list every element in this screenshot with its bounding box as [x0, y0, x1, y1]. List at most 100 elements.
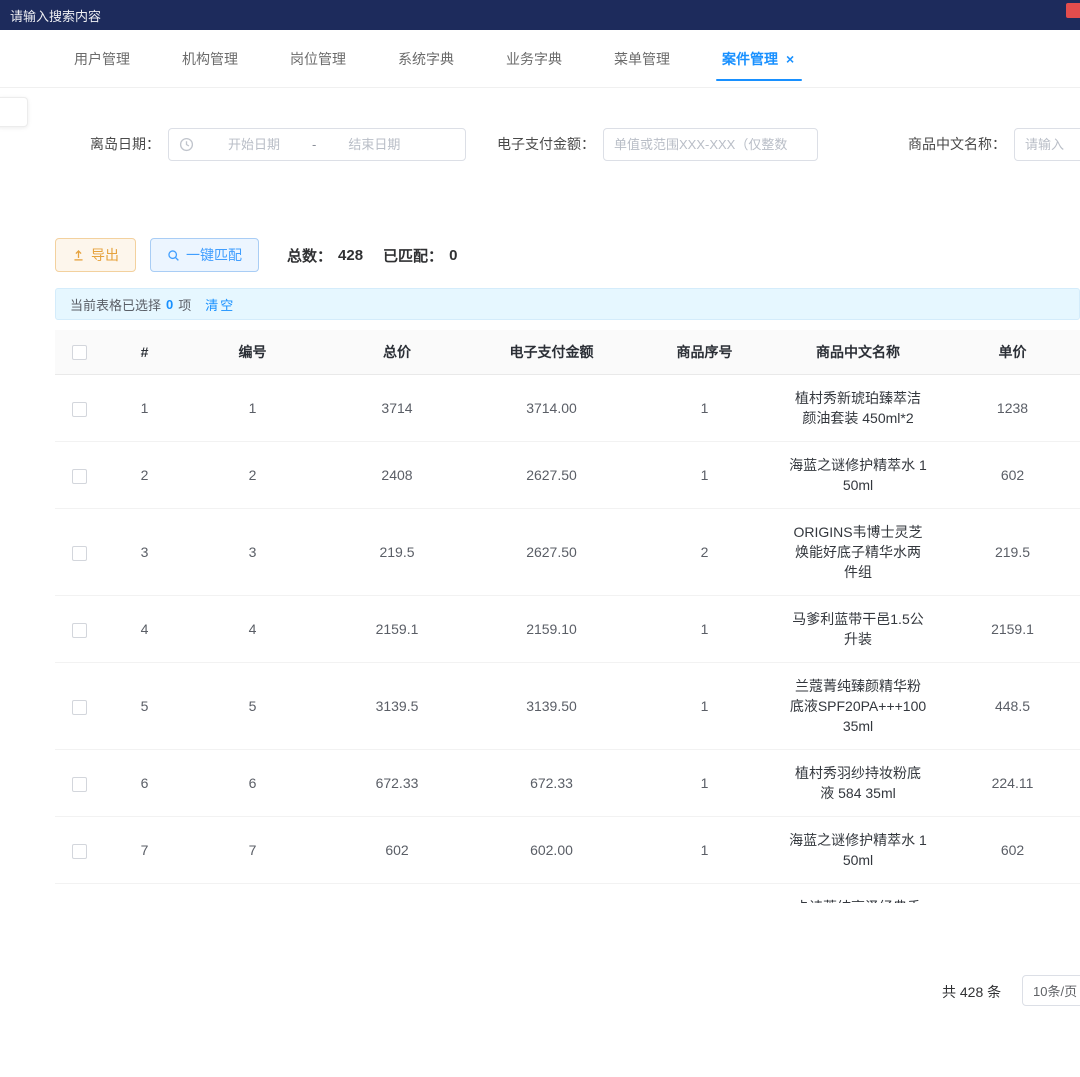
- cell-epay: 3139.50: [475, 663, 628, 750]
- column-header: 商品序号: [628, 330, 781, 375]
- cell-seq: 1: [628, 375, 781, 442]
- date-filter-group: 离岛日期： -: [90, 127, 466, 161]
- select-all-checkbox[interactable]: [72, 345, 87, 360]
- cell-unit: 459.48: [935, 884, 1080, 904]
- tab-label: 岗位管理: [290, 49, 346, 69]
- cell-unit: 1238: [935, 375, 1080, 442]
- cell-index: 7: [103, 817, 186, 884]
- column-header: 编号: [186, 330, 319, 375]
- date-range-picker[interactable]: -: [168, 128, 466, 161]
- cell-total: 3139.5: [319, 663, 475, 750]
- tab-菜单管理[interactable]: 菜单管理: [588, 30, 696, 87]
- total-count-label: 总数：: [287, 245, 332, 266]
- matched-count-value: 0: [449, 247, 457, 264]
- tab-岗位管理[interactable]: 岗位管理: [264, 30, 372, 87]
- tab-bar: 用户管理 机构管理 岗位管理 系统字典 业务字典 菜单管理 案件管理×: [0, 30, 1080, 88]
- pagination: 共 428 条 10条/页: [0, 975, 1080, 1007]
- row-checkbox[interactable]: [72, 844, 87, 859]
- product-name-input[interactable]: [1014, 128, 1080, 161]
- tab-label: 业务字典: [506, 49, 562, 69]
- cell-code: 6: [186, 750, 319, 817]
- search-icon: [167, 249, 180, 262]
- table-row: 66672.33672.331植村秀羽纱持妆粉底液 584 35ml224.11: [55, 750, 1080, 817]
- one-click-match-button[interactable]: 一键匹配: [150, 238, 259, 272]
- cell-unit: 602: [935, 817, 1080, 884]
- page-size-select[interactable]: 10条/页: [1022, 975, 1080, 1006]
- table-row: 33219.52627.502ORIGINS韦博士灵芝焕能好底子精华水两件组21…: [55, 509, 1080, 596]
- cell-index: 8: [103, 884, 186, 904]
- row-checkbox-cell: [55, 817, 103, 884]
- cell-epay: 672.33: [475, 750, 628, 817]
- start-date-input[interactable]: [202, 137, 306, 152]
- row-checkbox[interactable]: [72, 777, 87, 792]
- tab-用户管理[interactable]: 用户管理: [48, 30, 156, 87]
- cell-name: 卡诗菁纯亮泽经典香氛: [781, 884, 935, 904]
- cell-unit: 448.5: [935, 663, 1080, 750]
- cell-epay: 602.00: [475, 817, 628, 884]
- row-checkbox-cell: [55, 750, 103, 817]
- row-checkbox[interactable]: [72, 402, 87, 417]
- cell-index: 5: [103, 663, 186, 750]
- product-filter-label: 商品中文名称：: [908, 134, 1006, 154]
- cell-total: 2159.1: [319, 596, 475, 663]
- row-checkbox-cell: [55, 884, 103, 904]
- tab-系统字典[interactable]: 系统字典: [372, 30, 480, 87]
- notification-badge: [1066, 3, 1080, 18]
- cell-seq: 2: [628, 509, 781, 596]
- row-checkbox-cell: [55, 596, 103, 663]
- cell-unit: 602: [935, 442, 1080, 509]
- tab-label: 菜单管理: [614, 49, 670, 69]
- tab-业务字典[interactable]: 业务字典: [480, 30, 588, 87]
- row-checkbox[interactable]: [72, 546, 87, 561]
- table-body: 1137143714.001植村秀新琥珀臻萃洁颜油套装 450ml*212382…: [55, 375, 1080, 904]
- export-button-label: 导出: [91, 245, 119, 265]
- one-click-match-label: 一键匹配: [186, 245, 242, 265]
- close-icon[interactable]: ×: [784, 50, 796, 68]
- cell-name: 植村秀羽纱持妆粉底液 584 35ml: [781, 750, 935, 817]
- table-head-row: #编号总价电子支付金额商品序号商品中文名称单价: [55, 330, 1080, 375]
- clear-selection-link[interactable]: 清空: [205, 295, 235, 314]
- selection-info-bar: 当前表格已选择 0 项 清空: [55, 288, 1080, 320]
- cell-seq: 1: [628, 596, 781, 663]
- tab-机构管理[interactable]: 机构管理: [156, 30, 264, 87]
- cell-epay: 1326.42: [475, 884, 628, 904]
- tab-label: 机构管理: [182, 49, 238, 69]
- cell-name: 马爹利蓝带干邑1.5公升装: [781, 596, 935, 663]
- row-checkbox[interactable]: [72, 623, 87, 638]
- end-date-input[interactable]: [322, 137, 426, 152]
- cell-total: 3714: [319, 375, 475, 442]
- selection-count: 0: [166, 297, 173, 312]
- tab-label: 系统字典: [398, 49, 454, 69]
- row-checkbox[interactable]: [72, 469, 87, 484]
- tab-案件管理[interactable]: 案件管理×: [696, 30, 822, 87]
- row-checkbox-cell: [55, 509, 103, 596]
- top-bar: 请输入搜索内容: [0, 0, 1080, 30]
- cell-name: 植村秀新琥珀臻萃洁颜油套装 450ml*2: [781, 375, 935, 442]
- cell-code: 2: [186, 442, 319, 509]
- row-checkbox-cell: [55, 442, 103, 509]
- row-checkbox-cell: [55, 375, 103, 442]
- total-count-value: 428: [338, 247, 363, 264]
- selection-suffix: 项: [178, 295, 191, 314]
- cell-total: 602: [319, 817, 475, 884]
- cell-unit: 2159.1: [935, 596, 1080, 663]
- table-row: 2224082627.501海蓝之谜修护精萃水 150ml602: [55, 442, 1080, 509]
- global-search-input[interactable]: 请输入搜索内容: [0, 6, 101, 25]
- column-header: #: [103, 330, 186, 375]
- collapsed-panel-toggle[interactable]: [0, 97, 28, 127]
- product-filter-group: 商品中文名称：: [908, 127, 1080, 161]
- table-row: 881326.421326.421卡诗菁纯亮泽经典香氛459.48: [55, 884, 1080, 904]
- row-checkbox[interactable]: [72, 700, 87, 715]
- cell-epay: 3714.00: [475, 375, 628, 442]
- cell-index: 1: [103, 375, 186, 442]
- date-range-separator: -: [306, 137, 322, 152]
- cell-name: 兰蔻菁纯臻颜精华粉底液SPF20PA+++100 35ml: [781, 663, 935, 750]
- column-header: 商品中文名称: [781, 330, 935, 375]
- export-button[interactable]: 导出: [55, 238, 136, 272]
- cell-code: 3: [186, 509, 319, 596]
- amount-input[interactable]: [603, 128, 818, 161]
- cell-total: 219.5: [319, 509, 475, 596]
- cell-seq: 1: [628, 663, 781, 750]
- cell-index: 2: [103, 442, 186, 509]
- clock-icon: [179, 137, 194, 152]
